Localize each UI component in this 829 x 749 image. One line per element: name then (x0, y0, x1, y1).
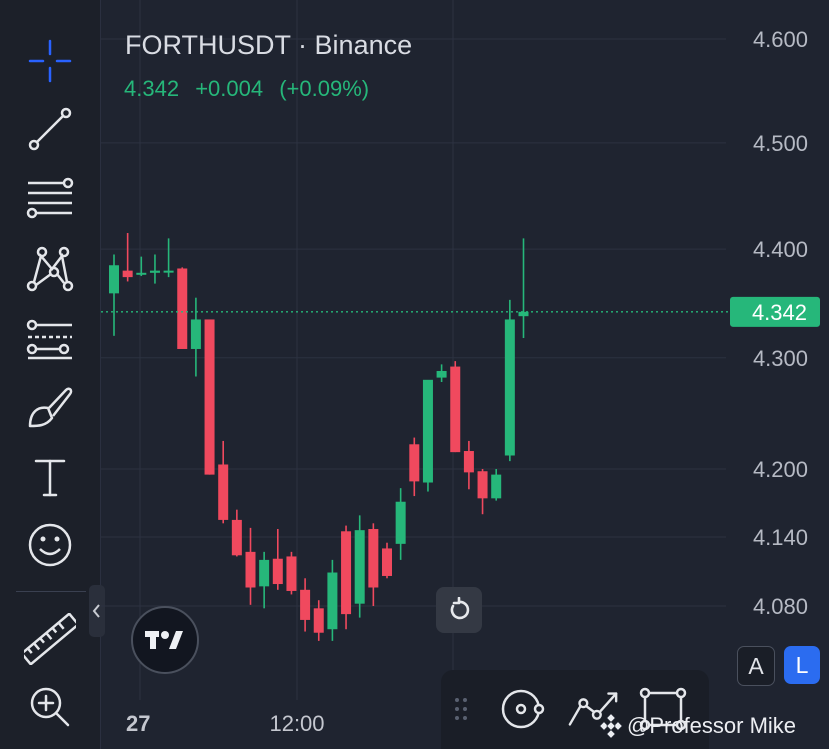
tradingview-logo[interactable] (131, 606, 199, 674)
candle-body (272, 558, 283, 585)
drawing-toolbar (0, 0, 101, 749)
zoom-in-icon[interactable] (20, 680, 80, 734)
candle-body (409, 444, 420, 482)
candle-body (477, 471, 488, 499)
candle-body (463, 451, 474, 473)
candle-body (149, 270, 160, 273)
candle-body (341, 531, 352, 615)
candle-body (354, 530, 365, 604)
reset-icon (450, 597, 470, 620)
candle-body (368, 529, 379, 588)
quote-line: 4.342 +0.004 (+0.09%) (124, 76, 379, 102)
watermark-text: @Professor Mike (627, 713, 797, 738)
candle-body (286, 556, 297, 591)
candles (109, 233, 529, 641)
symbol-name: FORTHUSDT (125, 30, 291, 60)
log-scale-button[interactable]: L (784, 646, 820, 684)
reset-chart-button[interactable] (436, 587, 482, 633)
symbol-title: FORTHUSDT · Binance (125, 30, 412, 61)
current-price-tag-label: 4.342 (752, 300, 807, 325)
time-tick-label: 27 (126, 711, 150, 736)
drag-handle-icon[interactable] (441, 684, 481, 734)
candle-body (218, 464, 229, 520)
brush-icon[interactable] (20, 380, 80, 434)
fib-retracement-icon[interactable] (20, 172, 80, 226)
auto-scale-button[interactable]: A (737, 646, 775, 686)
trend-line-icon[interactable] (20, 102, 80, 156)
candle-body (422, 379, 433, 483)
grid (101, 0, 726, 700)
emoji-icon[interactable] (20, 518, 80, 572)
toolbar-separator (16, 591, 86, 592)
price-tick-label: 4.300 (753, 346, 808, 371)
chart-area[interactable]: 4.342 4.600 4.500 4.400 4.300 4.200 4.140 4.08… (101, 0, 829, 749)
last-price: 4.342 (124, 76, 180, 101)
price-tick-label: 4.400 (753, 237, 808, 262)
price-tick-label: 4.200 (753, 457, 808, 482)
candle-body (177, 268, 188, 349)
forecast-icon[interactable] (20, 312, 80, 366)
candle-body (190, 319, 201, 349)
time-axis: 2712:002 (126, 711, 459, 736)
price-change-pct: (+0.09%) (279, 76, 370, 101)
candle-body (245, 551, 256, 588)
binance-logo-icon (599, 714, 623, 738)
pattern-icon[interactable] (20, 242, 80, 296)
candle-body (109, 265, 119, 294)
price-tick-label: 4.600 (753, 27, 808, 52)
candle-body (395, 501, 406, 544)
candle-body (436, 370, 447, 378)
candle-body (300, 589, 311, 620)
candle-body (504, 319, 515, 456)
price-chart[interactable]: 4.342 4.600 4.500 4.400 4.300 4.200 4.140 4.08… (101, 0, 829, 749)
price-tick-label: 4.080 (753, 594, 808, 619)
candle-body (163, 270, 174, 273)
crosshair-icon[interactable] (20, 34, 80, 88)
candle-body (231, 519, 242, 556)
candle-body (450, 366, 461, 453)
candle-body (382, 548, 392, 576)
title-separator: · (298, 30, 308, 60)
ruler-icon[interactable] (20, 612, 80, 666)
watermark: @Professor Mike (599, 710, 829, 742)
time-tick-label: 12:00 (269, 711, 324, 736)
exchange-name: Binance (314, 30, 413, 60)
candle-body (122, 270, 133, 278)
candle-body (136, 272, 147, 275)
candle-body (204, 319, 215, 475)
candle-body (491, 474, 502, 499)
price-change: +0.004 (195, 76, 264, 101)
text-icon[interactable] (20, 450, 80, 504)
candle-body (313, 608, 324, 633)
price-tick-label: 4.140 (753, 525, 808, 550)
price-tick-label: 4.500 (753, 131, 808, 156)
candle-body (259, 559, 270, 587)
cursor-mode-icon[interactable] (496, 684, 550, 734)
candle-body (327, 572, 338, 630)
